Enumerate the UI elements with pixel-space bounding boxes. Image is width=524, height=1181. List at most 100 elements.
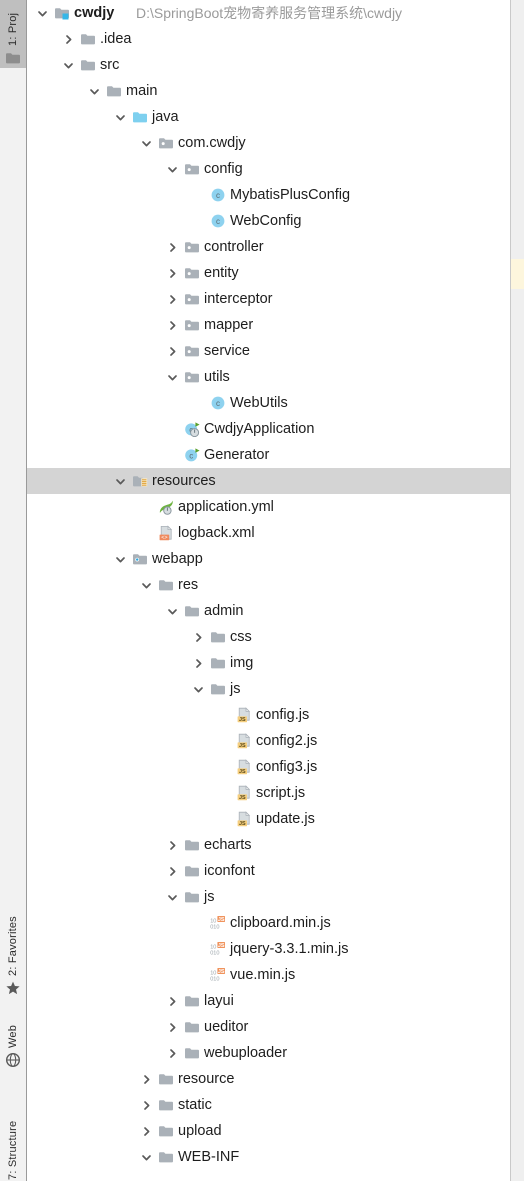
tree-row[interactable]: WEB-INF <box>27 1144 524 1170</box>
tree-row-label: clipboard.min.js <box>230 915 331 931</box>
tree-row[interactable]: static <box>27 1092 524 1118</box>
tree-row[interactable]: js <box>27 676 524 702</box>
js-file-icon: JS <box>236 785 252 801</box>
tree-row[interactable]: .idea <box>27 26 524 52</box>
tree-row[interactable]: service <box>27 338 524 364</box>
tree-row[interactable]: interceptor <box>27 286 524 312</box>
chevron-right-icon[interactable] <box>164 1045 180 1061</box>
tree-row[interactable]: c WebConfig <box>27 208 524 234</box>
tree-row-label: update.js <box>256 811 315 827</box>
svg-text:JS: JS <box>239 717 246 723</box>
tree-row[interactable]: img <box>27 650 524 676</box>
tree-row-label: CwdjyApplication <box>204 421 315 437</box>
tree-row[interactable]: mapper <box>27 312 524 338</box>
tree-row-label: css <box>230 629 252 645</box>
tool-window-tab-web[interactable]: Web <box>0 1014 26 1069</box>
svg-text:JS: JS <box>218 943 225 949</box>
tree-row[interactable]: echarts <box>27 832 524 858</box>
project-tree[interactable]: cwdjy D:\SpringBoot宠物寄养服务管理系统\cwdjy .idea s… <box>27 0 524 1181</box>
chevron-down-icon[interactable] <box>138 577 154 593</box>
tree-row[interactable]: JS config3.js <box>27 754 524 780</box>
chevron-right-icon[interactable] <box>164 239 180 255</box>
scroll-gutter-marker[interactable] <box>511 259 524 289</box>
tree-row-label: resource <box>178 1071 235 1087</box>
chevron-down-icon[interactable] <box>86 83 102 99</box>
tree-row[interactable]: java <box>27 104 524 130</box>
chevron-down-icon[interactable] <box>60 57 76 73</box>
tree-row[interactable]: src <box>27 52 524 78</box>
tree-row[interactable]: JS update.js <box>27 806 524 832</box>
tree-row[interactable]: application.yml <box>27 494 524 520</box>
chevron-right-icon[interactable] <box>164 343 180 359</box>
tree-row[interactable]: controller <box>27 234 524 260</box>
tree-row[interactable]: JS config2.js <box>27 728 524 754</box>
tree-row[interactable]: main <box>27 78 524 104</box>
tool-window-tab-favorites[interactable]: 2: Favorites <box>0 900 26 997</box>
chevron-right-icon[interactable] <box>138 1097 154 1113</box>
java-class-icon: c <box>210 187 226 203</box>
tree-row[interactable]: c MybatisPlusConfig <box>27 182 524 208</box>
tree-row-label: src <box>100 57 120 73</box>
chevron-right-icon[interactable] <box>164 993 180 1009</box>
tree-row[interactable]: 10 010 JS vue.min.js <box>27 962 524 988</box>
tool-window-tab-project[interactable]: 1: Proj <box>0 2 26 67</box>
tree-row[interactable]: 10 010 JS jquery-3.3.1.min.js <box>27 936 524 962</box>
chevron-right-icon[interactable] <box>164 1019 180 1035</box>
chevron-down-icon[interactable] <box>164 161 180 177</box>
chevron-right-icon[interactable] <box>164 265 180 281</box>
chevron-down-icon[interactable] <box>164 889 180 905</box>
chevron-right-icon[interactable] <box>164 863 180 879</box>
chevron-right-icon[interactable] <box>164 291 180 307</box>
chevron-down-icon[interactable] <box>112 109 128 125</box>
tool-window-tab-structure[interactable]: 7: Structure <box>0 1102 26 1180</box>
tree-row[interactable]: ueditor <box>27 1014 524 1040</box>
tree-row[interactable]: resources <box>27 468 524 494</box>
tree-row[interactable]: cwdjy D:\SpringBoot宠物寄养服务管理系统\cwdjy <box>27 0 524 26</box>
tree-row[interactable]: c WebUtils <box>27 390 524 416</box>
tree-row-label: WEB-INF <box>178 1149 240 1165</box>
chevron-right-icon[interactable] <box>190 629 206 645</box>
chevron-down-icon[interactable] <box>164 603 180 619</box>
tree-row[interactable]: com.cwdjy <box>27 130 524 156</box>
tree-row[interactable]: iconfont <box>27 858 524 884</box>
tree-row-label: ueditor <box>204 1019 249 1035</box>
package-icon <box>184 291 200 307</box>
tree-row[interactable]: resource <box>27 1066 524 1092</box>
chevron-down-icon[interactable] <box>138 1149 154 1165</box>
tree-row[interactable]: entity <box>27 260 524 286</box>
chevron-right-icon[interactable] <box>164 317 180 333</box>
tree-row[interactable]: cCwdjyApplication <box>27 416 524 442</box>
chevron-right-icon[interactable] <box>190 655 206 671</box>
chevron-down-icon[interactable] <box>190 681 206 697</box>
chevron-down-icon[interactable] <box>138 135 154 151</box>
tree-row[interactable]: JS script.js <box>27 780 524 806</box>
chevron-right-icon[interactable] <box>138 1123 154 1139</box>
tree-row-label: js <box>204 889 215 905</box>
tree-row[interactable]: js <box>27 884 524 910</box>
tree-scroll-gutter[interactable] <box>510 0 524 1181</box>
tree-row[interactable]: c Generator <box>27 442 524 468</box>
tree-row[interactable]: 10 010 JS clipboard.min.js <box>27 910 524 936</box>
tree-row[interactable]: css <box>27 624 524 650</box>
chevron-down-icon[interactable] <box>34 5 50 21</box>
chevron-down-icon[interactable] <box>112 473 128 489</box>
svg-text:JS: JS <box>239 795 246 801</box>
tree-row[interactable]: config <box>27 156 524 182</box>
module-folder-icon <box>54 5 70 21</box>
package-icon <box>184 317 200 333</box>
tree-row[interactable]: utils <box>27 364 524 390</box>
tree-row[interactable]: webapp <box>27 546 524 572</box>
tree-row[interactable]: admin <box>27 598 524 624</box>
folder-icon <box>158 1097 174 1113</box>
tree-row[interactable]: webuploader <box>27 1040 524 1066</box>
tree-row[interactable]: res <box>27 572 524 598</box>
chevron-down-icon[interactable] <box>112 551 128 567</box>
chevron-right-icon[interactable] <box>164 837 180 853</box>
chevron-down-icon[interactable] <box>164 369 180 385</box>
tree-row[interactable]: <> logback.xml <box>27 520 524 546</box>
chevron-right-icon[interactable] <box>60 31 76 47</box>
tree-row[interactable]: layui <box>27 988 524 1014</box>
tree-row[interactable]: JS config.js <box>27 702 524 728</box>
chevron-right-icon[interactable] <box>138 1071 154 1087</box>
tree-row[interactable]: upload <box>27 1118 524 1144</box>
